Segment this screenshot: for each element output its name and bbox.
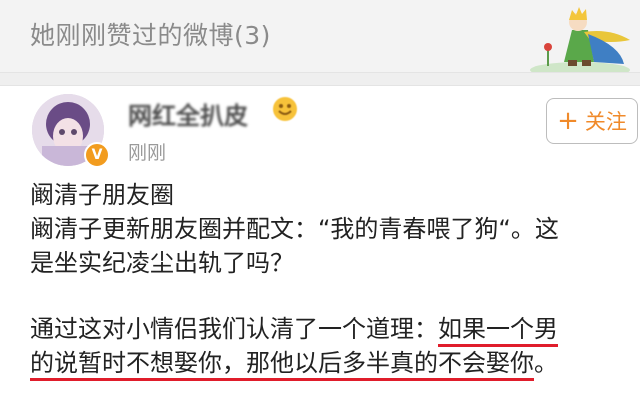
highlighted-text: 如果一个男 — [438, 315, 558, 347]
plus-icon: + — [557, 106, 579, 136]
post-text-line: 阚清子更新朋友圈并配文：“我的青春喂了狗“。这 — [30, 215, 559, 243]
post-content[interactable]: 阚清子朋友圈 阚清子更新朋友圈并配文：“我的青春喂了狗“。这 是坐实纪凌尘出轨了… — [30, 178, 640, 381]
smiley-emoji-icon — [273, 97, 297, 121]
verified-badge-icon: V — [84, 142, 110, 168]
follow-button[interactable]: + 关注 — [546, 98, 638, 144]
highlighted-text: 的说暂时不想娶你，那他以后多半真的不会娶你 — [30, 349, 534, 381]
post-text-line: 是坐实纪凌尘出轨了吗？ — [30, 249, 294, 277]
header-title: 她刚刚赞过的微博(3) — [30, 21, 271, 50]
section-divider — [0, 72, 640, 86]
post-timestamp: 刚刚 — [128, 142, 167, 164]
post-text-line: 阚清子朋友圈 — [30, 181, 174, 209]
post-text-line: 通过这对小情侣我们认清了一个道理：如果一个男 — [30, 312, 640, 347]
liked-weibo-header[interactable]: 她刚刚赞过的微博(3) — [0, 0, 640, 72]
post-text-plain: 。 — [534, 349, 558, 377]
author-name[interactable]: 网红全扒皮 — [128, 96, 248, 131]
weibo-liked-post-screen: 她刚刚赞过的微博(3) V 网红全扒皮 刚刚 + 关注 阚清子朋友圈 阚清子更新… — [0, 0, 640, 411]
post-text-plain: 通过这对小情侣我们认清了一个道理： — [30, 315, 438, 343]
little-prince-illustration-icon — [530, 7, 630, 72]
follow-button-label: 关注 — [584, 110, 627, 134]
post-text-line: 的说暂时不想娶你，那他以后多半真的不会娶你。 — [30, 346, 640, 381]
